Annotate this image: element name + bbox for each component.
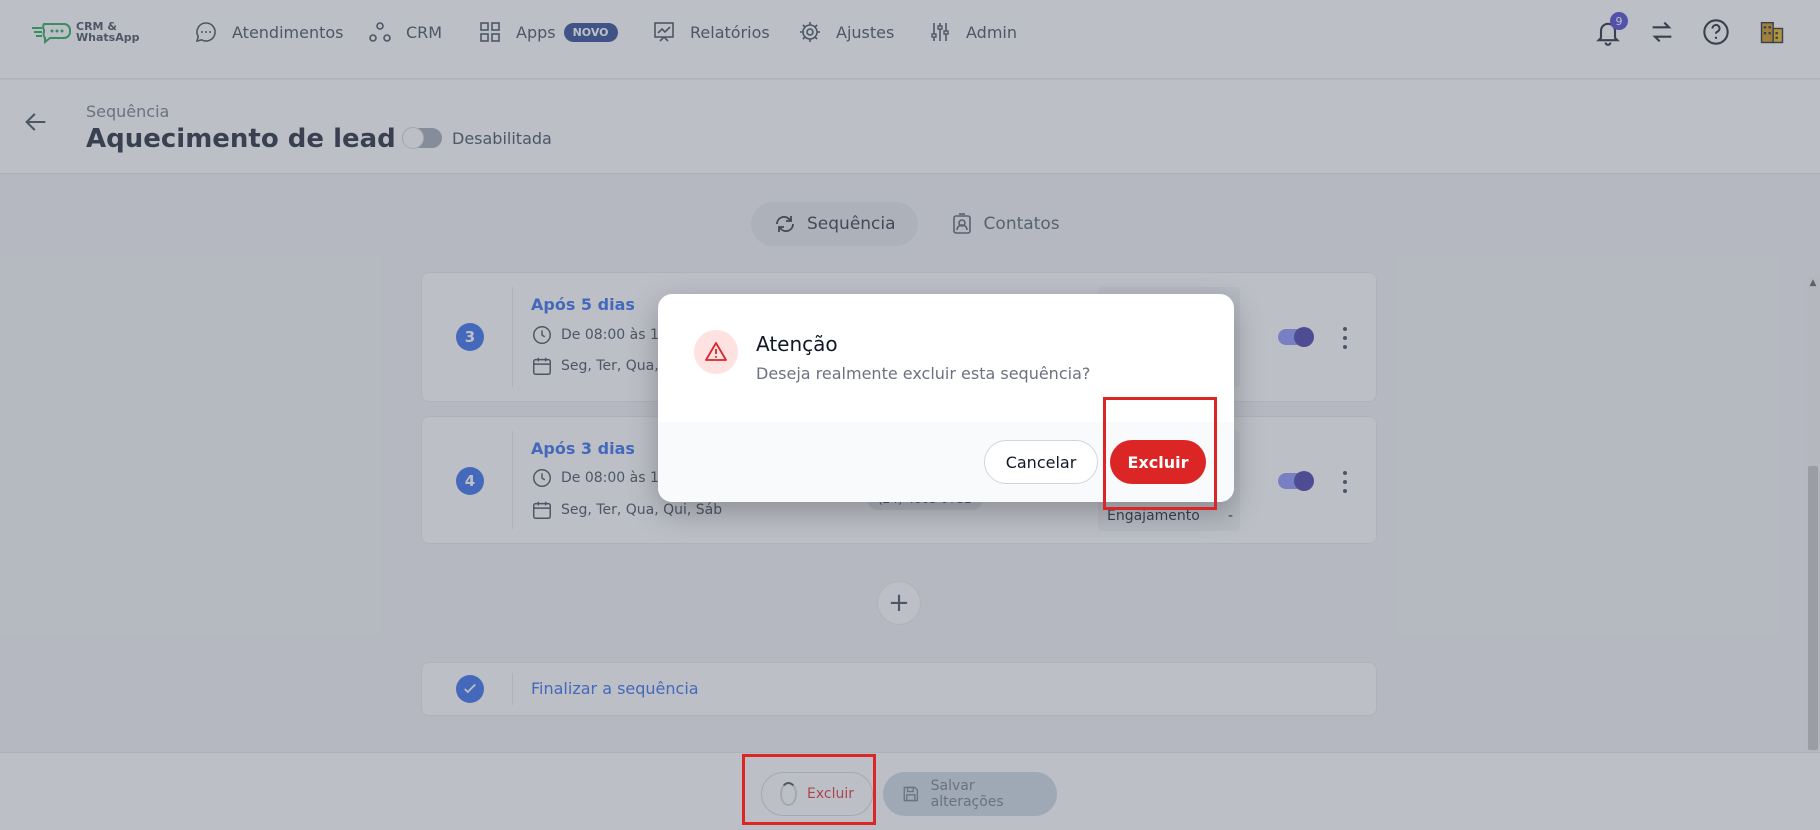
warning-icon-circle [694, 330, 738, 374]
highlight-box [1103, 397, 1217, 510]
dialog-title: Atenção [756, 332, 838, 356]
cancel-button[interactable]: Cancelar [984, 440, 1098, 484]
warning-triangle-icon [705, 342, 727, 361]
highlight-box [742, 754, 876, 825]
dialog-message: Deseja realmente excluir esta sequência? [756, 364, 1091, 383]
